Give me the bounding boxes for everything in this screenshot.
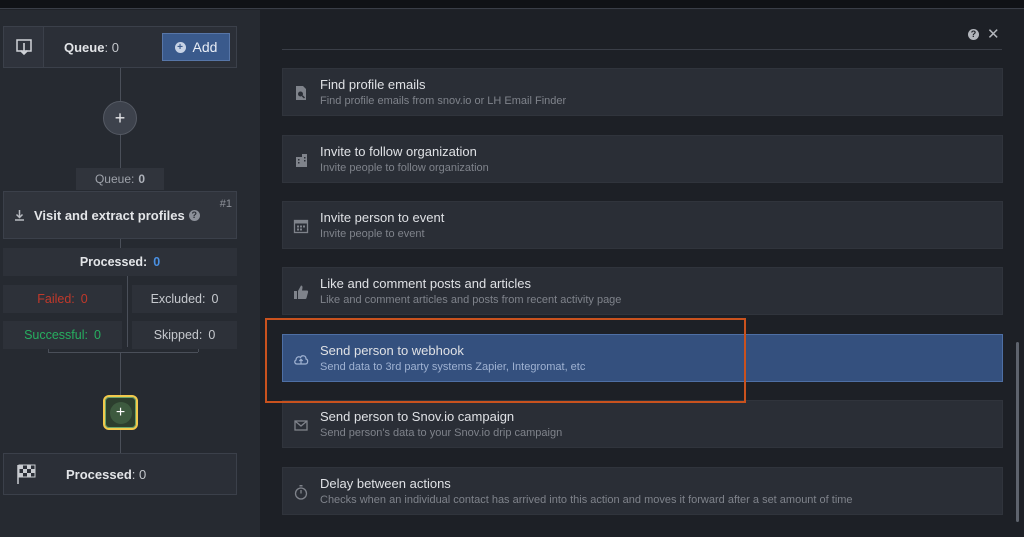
failed-value: 0	[80, 292, 88, 306]
download-icon	[4, 27, 44, 67]
help-icon[interactable]: ?	[188, 210, 200, 221]
skipped-value: 0	[208, 328, 216, 342]
processed-stat: Processed: 0	[3, 248, 237, 276]
help-icon[interactable]: ?	[968, 29, 979, 40]
highlight-annotation	[265, 318, 746, 403]
connector	[120, 352, 121, 395]
add-step-button[interactable]: +	[103, 101, 137, 135]
workflow-panel: Queue: 0 + Add + Queue: 0 Visit and extr…	[0, 10, 260, 537]
queue-tag: Queue: 0	[76, 168, 164, 190]
processed-value: 0	[153, 255, 161, 269]
successful-stat[interactable]: Successful: 0	[3, 321, 122, 349]
checkered-flag-icon	[16, 463, 36, 488]
visit-card-title: Visit and extract profiles?	[34, 208, 200, 223]
calendar-icon	[293, 219, 309, 234]
action-desc: Send person's data to your Snov.io drip …	[320, 427, 563, 439]
queue-tag-count: 0	[138, 172, 146, 186]
processed-label: Processed:	[79, 255, 148, 269]
excluded-value: 0	[211, 292, 219, 306]
top-border	[0, 0, 1024, 9]
action-title: Delay between actions	[320, 476, 451, 491]
thumbs-up-icon	[294, 285, 309, 299]
queue-label: Queue: 0	[64, 40, 119, 55]
successful-value: 0	[93, 328, 101, 342]
action-desc: Checks when an individual contact has ar…	[320, 494, 853, 506]
stopwatch-icon	[294, 485, 308, 500]
plus-icon: +	[114, 107, 126, 128]
action-invite-follow-org[interactable]: Invite to follow organization Invite peo…	[282, 135, 1003, 183]
action-picker-panel: ? ✕ Find profile emails Find profile ema…	[260, 10, 1024, 537]
connector	[48, 352, 198, 353]
building-icon	[296, 154, 307, 167]
successful-label: Successful:	[24, 328, 88, 342]
action-desc: Find profile emails from snov.io or LH E…	[320, 95, 567, 107]
action-snovio-campaign[interactable]: Send person to Snov.io campaign Send per…	[282, 400, 1003, 448]
download-arrow-icon	[14, 209, 25, 224]
action-title: Find profile emails	[320, 77, 426, 92]
connector	[120, 135, 121, 168]
plus-circle-icon: +	[174, 41, 186, 53]
divider	[282, 49, 1002, 50]
envelope-icon	[294, 420, 308, 431]
connector	[127, 276, 128, 347]
queue-tag-label: Queue:	[94, 172, 135, 186]
end-label: Processed: 0	[66, 467, 147, 482]
action-invite-event[interactable]: Invite person to event Invite people to …	[282, 201, 1003, 249]
skipped-label: Skipped:	[153, 328, 203, 342]
connector	[120, 430, 121, 453]
scrollbar[interactable]	[1016, 342, 1019, 522]
excluded-label: Excluded:	[150, 292, 206, 306]
queue-card: Queue: 0 + Add	[3, 26, 237, 68]
action-title: Invite person to event	[320, 210, 445, 225]
add-step-button-active[interactable]: +	[103, 395, 138, 430]
close-icon[interactable]: ✕	[987, 25, 1000, 43]
connector	[120, 239, 121, 248]
action-like-comment[interactable]: Like and comment posts and articles Like…	[282, 267, 1003, 315]
add-label: Add	[192, 39, 218, 55]
action-title: Invite to follow organization	[320, 144, 477, 159]
failed-label: Failed:	[37, 292, 75, 306]
action-desc: Like and comment articles and posts from…	[320, 294, 622, 306]
visit-extract-card[interactable]: Visit and extract profiles? #1	[3, 191, 237, 239]
action-title: Send person to Snov.io campaign	[320, 409, 515, 424]
email-search-icon	[296, 86, 306, 100]
action-title: Like and comment posts and articles	[320, 276, 531, 291]
excluded-stat[interactable]: Excluded: 0	[132, 285, 237, 313]
plus-icon: +	[109, 401, 132, 424]
end-card: Processed: 0	[3, 453, 237, 495]
action-find-profile-emails[interactable]: Find profile emails Find profile emails …	[282, 68, 1003, 116]
action-desc: Invite people to follow organization	[320, 162, 489, 174]
skipped-stat[interactable]: Skipped: 0	[132, 321, 237, 349]
add-button[interactable]: + Add	[162, 33, 230, 61]
step-number: #1	[219, 198, 232, 210]
action-desc: Invite people to event	[320, 228, 425, 240]
failed-stat[interactable]: Failed: 0	[3, 285, 122, 313]
action-delay[interactable]: Delay between actions Checks when an ind…	[282, 467, 1003, 515]
connector	[120, 68, 121, 101]
